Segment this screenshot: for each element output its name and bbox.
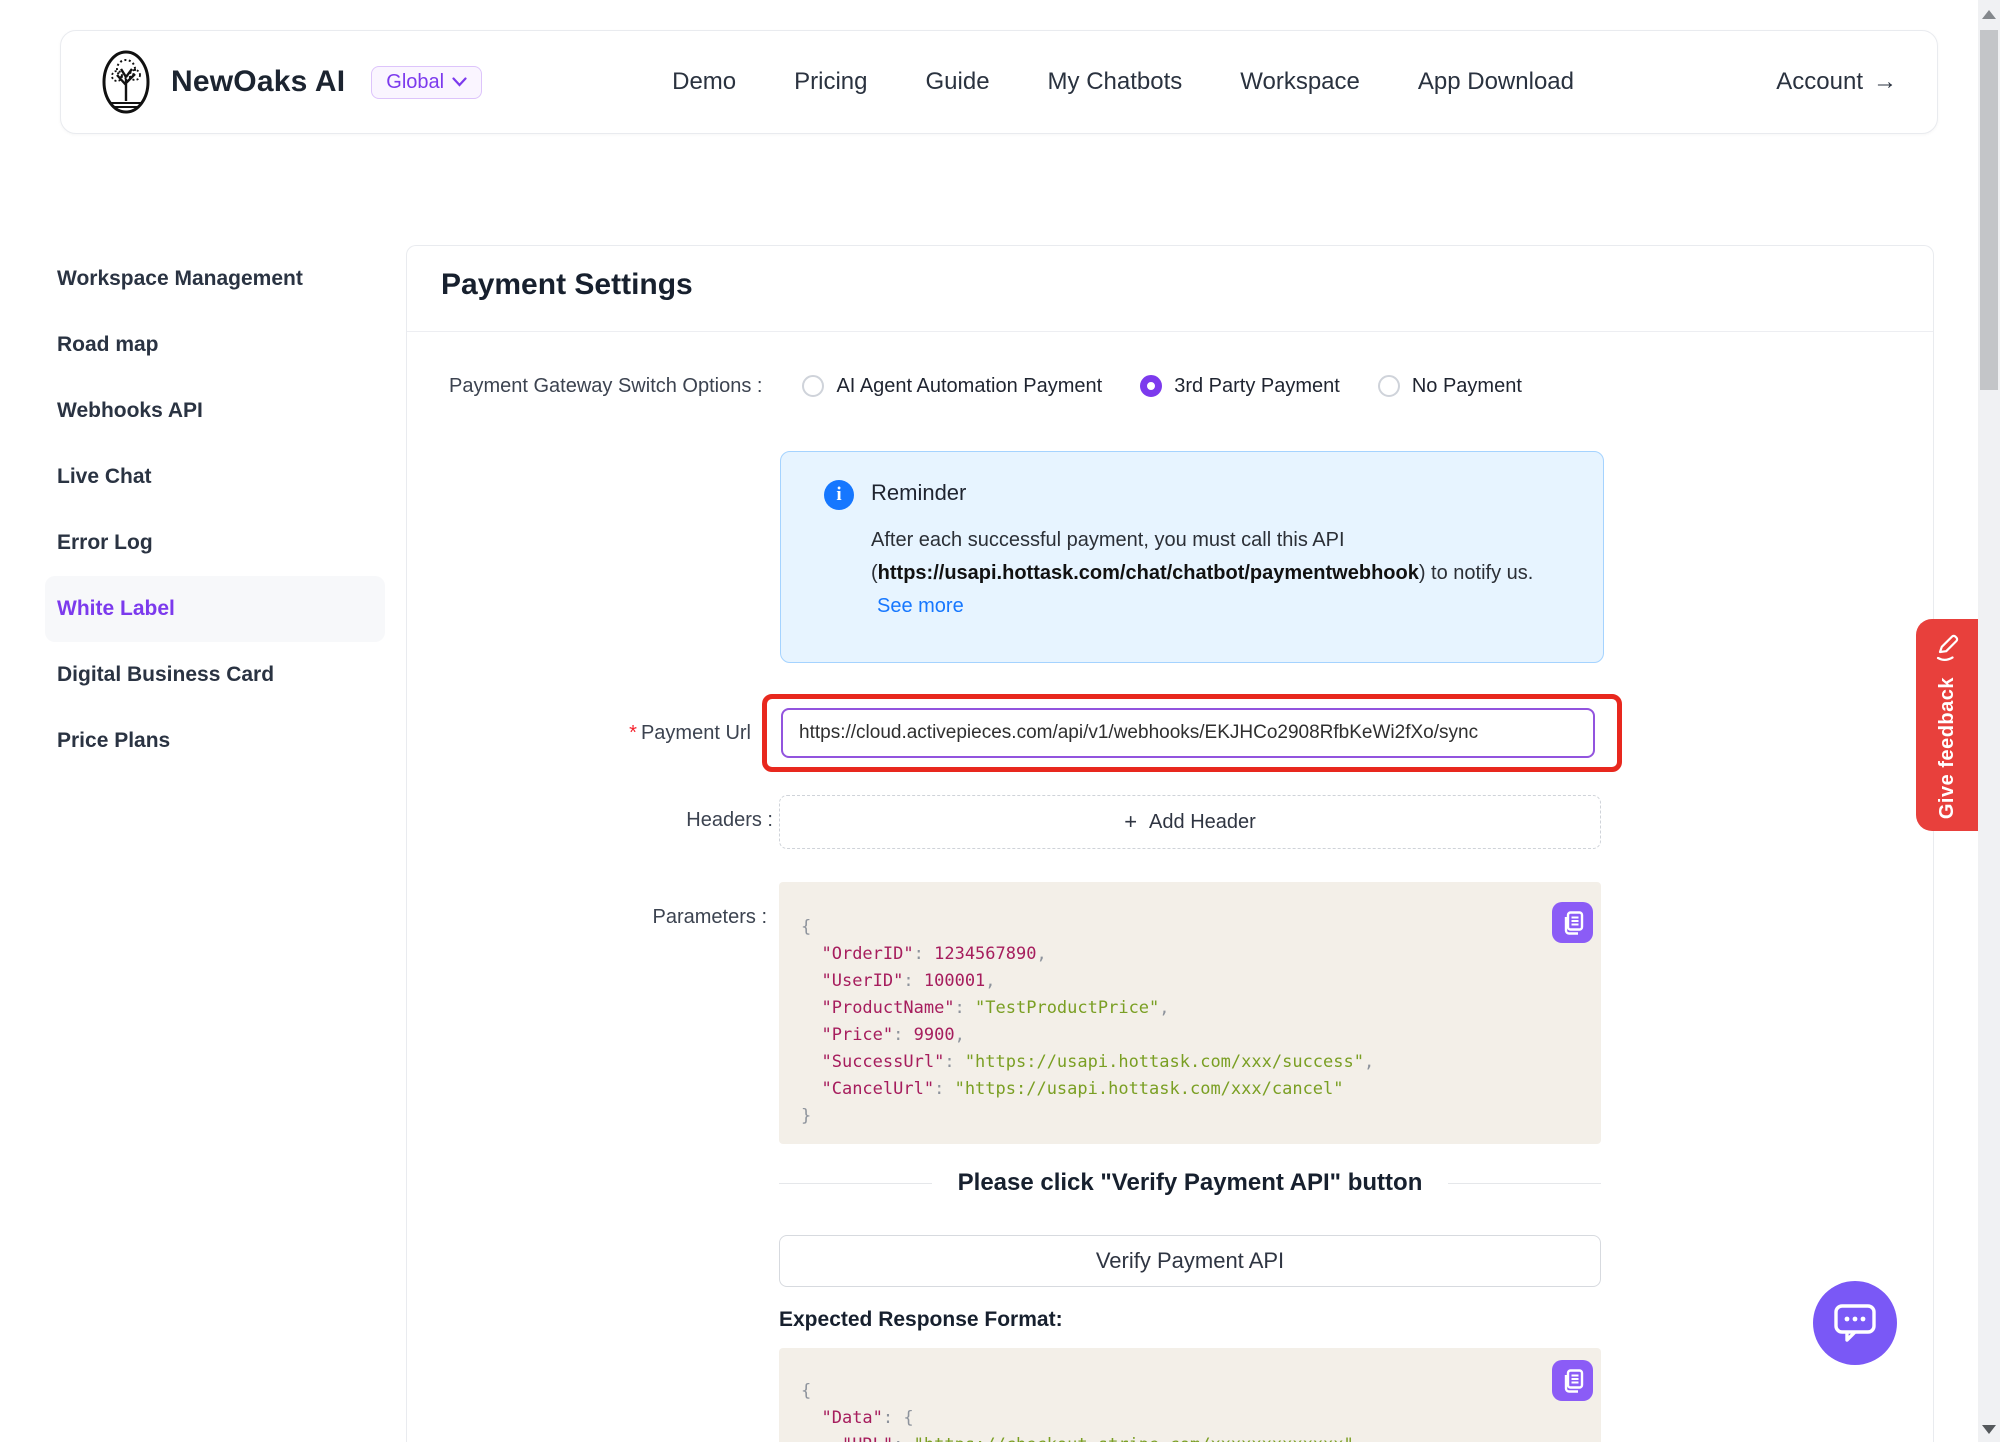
payment-url-input[interactable] bbox=[781, 708, 1595, 758]
radio-icon bbox=[1378, 375, 1400, 397]
sidebar-item-workspace-management[interactable]: Workspace Management bbox=[45, 246, 385, 312]
settings-sidebar: Workspace Management Road map Webhooks A… bbox=[45, 246, 385, 774]
radio-selected-icon bbox=[1140, 375, 1162, 397]
vertical-scrollbar bbox=[1978, 0, 2000, 1442]
divider bbox=[407, 331, 1933, 332]
chat-bubble-icon bbox=[1833, 1302, 1877, 1344]
sidebar-item-live-chat[interactable]: Live Chat bbox=[45, 444, 385, 510]
brand-name: NewOaks AI bbox=[171, 65, 345, 99]
gateway-options-label: Payment Gateway Switch Options : bbox=[449, 375, 762, 398]
copy-expected-response-button[interactable] bbox=[1552, 1360, 1593, 1401]
nav-link-workspace[interactable]: Workspace bbox=[1240, 68, 1360, 96]
chat-widget-button[interactable] bbox=[1813, 1281, 1897, 1365]
verify-instruction-text: Please click "Verify Payment API" button bbox=[958, 1169, 1423, 1197]
scrollbar-up-arrow[interactable] bbox=[1982, 10, 1996, 19]
give-feedback-label: Give feedback bbox=[1936, 677, 1959, 819]
parameters-label: Parameters : bbox=[423, 906, 767, 929]
nav-link-app-download[interactable]: App Download bbox=[1418, 68, 1574, 96]
scrollbar-thumb[interactable] bbox=[1980, 30, 1998, 390]
sidebar-item-error-log[interactable]: Error Log bbox=[45, 510, 385, 576]
info-circle-icon: i bbox=[824, 480, 854, 510]
radio-no-payment[interactable]: No Payment bbox=[1378, 375, 1522, 398]
nav-link-pricing[interactable]: Pricing bbox=[794, 68, 867, 96]
verify-payment-api-button[interactable]: Verify Payment API bbox=[779, 1235, 1601, 1287]
account-link[interactable]: Account → bbox=[1776, 68, 1897, 96]
radio-ai-agent-automation-payment[interactable]: AI Agent Automation Payment bbox=[802, 375, 1102, 398]
see-more-link[interactable]: See more bbox=[877, 595, 964, 617]
verify-instruction-divider: Please click "Verify Payment API" button bbox=[779, 1166, 1601, 1200]
plus-icon: + bbox=[1124, 811, 1137, 833]
top-navbar: NewOaks AI Global Demo Pricing Guide My … bbox=[60, 30, 1938, 134]
main-navigation: Demo Pricing Guide My Chatbots Workspace… bbox=[672, 68, 1574, 96]
headers-label: Headers : bbox=[429, 809, 773, 832]
payment-url-label: *Payment Url bbox=[407, 722, 751, 745]
reminder-title: Reminder bbox=[871, 480, 1563, 506]
sidebar-item-road-map[interactable]: Road map bbox=[45, 312, 385, 378]
account-label: Account bbox=[1776, 68, 1863, 96]
sidebar-item-white-label[interactable]: White Label bbox=[45, 576, 385, 642]
pencil-icon bbox=[1932, 633, 1962, 663]
radio-icon bbox=[802, 375, 824, 397]
add-header-button[interactable]: + Add Header bbox=[779, 795, 1601, 849]
expected-response-code: { "Data": { "URL": "https://checkout.str… bbox=[801, 1378, 1579, 1442]
expected-response-format-label: Expected Response Format: bbox=[779, 1308, 1063, 1332]
sidebar-item-digital-business-card[interactable]: Digital Business Card bbox=[45, 642, 385, 708]
arrow-right-icon: → bbox=[1873, 68, 1897, 96]
reminder-alert: i Reminder After each successful payment… bbox=[780, 451, 1604, 663]
chevron-down-icon bbox=[452, 77, 467, 87]
region-label: Global bbox=[386, 71, 444, 94]
required-asterisk: * bbox=[629, 722, 637, 744]
scrollbar-down-arrow[interactable] bbox=[1982, 1425, 1996, 1434]
copy-document-icon bbox=[1562, 911, 1584, 935]
parameters-code-block: { "OrderID": 1234567890, "UserID": 10000… bbox=[779, 882, 1601, 1144]
payment-gateway-options-row: Payment Gateway Switch Options : AI Agen… bbox=[449, 366, 1522, 406]
copy-parameters-button[interactable] bbox=[1552, 902, 1593, 943]
copy-document-icon bbox=[1562, 1369, 1584, 1393]
nav-link-guide[interactable]: Guide bbox=[926, 68, 990, 96]
page-title: Payment Settings bbox=[441, 268, 693, 302]
give-feedback-tab[interactable]: Give feedback bbox=[1916, 619, 1978, 831]
parameters-code: { "OrderID": 1234567890, "UserID": 10000… bbox=[801, 914, 1579, 1130]
newoaks-logo-icon[interactable] bbox=[101, 49, 151, 115]
reminder-body: After each successful payment, you must … bbox=[871, 524, 1541, 623]
payment-webhook-url: https://usapi.hottask.com/chat/chatbot/p… bbox=[878, 562, 1419, 584]
expected-response-code-block: { "Data": { "URL": "https://checkout.str… bbox=[779, 1348, 1601, 1442]
nav-link-demo[interactable]: Demo bbox=[672, 68, 736, 96]
region-selector[interactable]: Global bbox=[371, 66, 482, 99]
nav-link-my-chatbots[interactable]: My Chatbots bbox=[1048, 68, 1183, 96]
payment-settings-panel: Payment Settings Payment Gateway Switch … bbox=[406, 245, 1934, 1442]
annotation-highlight-box bbox=[762, 694, 1622, 772]
sidebar-item-webhooks-api[interactable]: Webhooks API bbox=[45, 378, 385, 444]
radio-3rd-party-payment[interactable]: 3rd Party Payment bbox=[1140, 375, 1340, 398]
sidebar-item-price-plans[interactable]: Price Plans bbox=[45, 708, 385, 774]
